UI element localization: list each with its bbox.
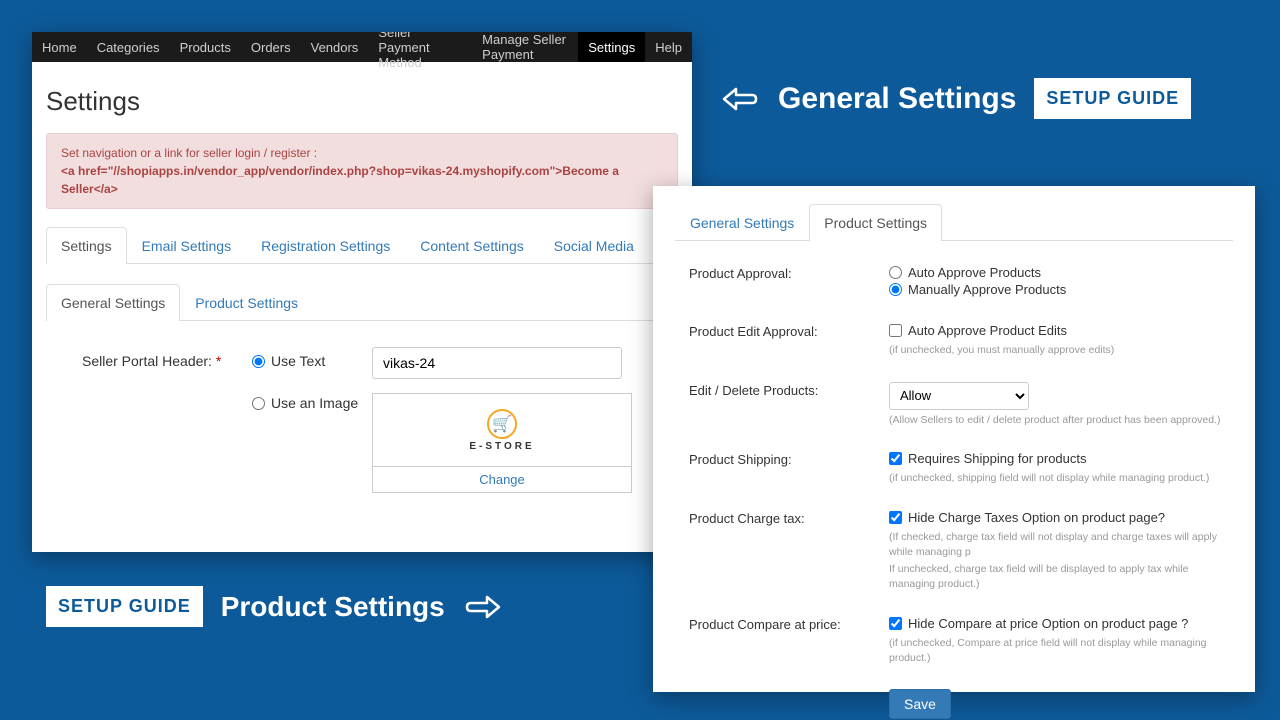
edit-approval-hint: (if unchecked, you must manually approve… bbox=[889, 343, 1233, 358]
hide-charge-tax-checkbox[interactable]: Hide Charge Taxes Option on product page… bbox=[889, 510, 1165, 525]
product-compare-label: Product Compare at price: bbox=[689, 616, 889, 665]
tab-content-settings[interactable]: Content Settings bbox=[405, 227, 539, 263]
pointer-left-icon bbox=[720, 82, 760, 116]
hide-compare-price-checkbox[interactable]: Hide Compare at price Option on product … bbox=[889, 616, 1188, 631]
edit-delete-hint: (Allow Sellers to edit / delete product … bbox=[889, 413, 1233, 428]
pointer-right-icon bbox=[463, 590, 503, 624]
nav-categories[interactable]: Categories bbox=[87, 32, 170, 62]
page-title: Settings bbox=[32, 62, 692, 133]
card2-inner-tabs: General Settings Product Settings bbox=[675, 204, 1233, 241]
tab-registration-settings[interactable]: Registration Settings bbox=[246, 227, 405, 263]
general-settings-window: Home Categories Products Orders Vendors … bbox=[32, 32, 692, 552]
nav-orders[interactable]: Orders bbox=[241, 32, 301, 62]
setup-guide-badge: SETUP GUIDE bbox=[1034, 78, 1191, 119]
tab-settings[interactable]: Settings bbox=[46, 227, 127, 264]
use-image-radio[interactable]: Use an Image bbox=[252, 395, 372, 411]
alert-line1: Set navigation or a link for seller logi… bbox=[61, 144, 663, 162]
settings-tabs: Settings Email Settings Registration Set… bbox=[46, 227, 678, 264]
product-edit-approval-label: Product Edit Approval: bbox=[689, 323, 889, 358]
nav-manage-seller-payment[interactable]: Manage Seller Payment bbox=[472, 32, 578, 62]
product-shipping-label: Product Shipping: bbox=[689, 451, 889, 486]
seller-link-alert: Set navigation or a link for seller logi… bbox=[46, 133, 678, 209]
setup-guide-badge-2: SETUP GUIDE bbox=[46, 586, 203, 627]
auto-approve-radio[interactable]: Auto Approve Products bbox=[889, 265, 1041, 280]
nav-home[interactable]: Home bbox=[32, 32, 87, 62]
nav-products[interactable]: Products bbox=[170, 32, 241, 62]
tax-hint-2: If unchecked, charge tax field will be d… bbox=[889, 562, 1233, 591]
seller-portal-header-label: Seller Portal Header: * bbox=[82, 347, 252, 493]
product-settings-title: Product Settings bbox=[221, 591, 445, 623]
nav-help[interactable]: Help bbox=[645, 32, 692, 62]
alert-line2: <a href="//shopiapps.in/vendor_app/vendo… bbox=[61, 164, 619, 196]
tab-email-settings[interactable]: Email Settings bbox=[127, 227, 246, 263]
product-approval-label: Product Approval: bbox=[689, 265, 889, 299]
nav-vendors[interactable]: Vendors bbox=[301, 32, 369, 62]
manual-approve-radio[interactable]: Manually Approve Products bbox=[889, 282, 1066, 297]
edit-delete-label: Edit / Delete Products: bbox=[689, 382, 889, 428]
inner-tab-product[interactable]: Product Settings bbox=[180, 284, 313, 320]
auto-approve-edits-checkbox[interactable]: Auto Approve Product Edits bbox=[889, 323, 1067, 338]
compare-hint: (if unchecked, Compare at price field wi… bbox=[889, 636, 1233, 665]
header-image-box: 🛒 E-STORE Change bbox=[372, 393, 632, 493]
product-settings-banner: SETUP GUIDE Product Settings bbox=[46, 586, 503, 627]
edit-delete-select[interactable]: Allow bbox=[889, 382, 1029, 410]
nav-settings[interactable]: Settings bbox=[578, 32, 645, 62]
estore-logo-label: E-STORE bbox=[469, 441, 534, 452]
estore-logo-icon: 🛒 bbox=[487, 409, 517, 439]
product-tax-label: Product Charge tax: bbox=[689, 510, 889, 592]
product-settings-window: General Settings Product Settings Produc… bbox=[653, 186, 1255, 692]
seller-header-text-input[interactable] bbox=[372, 347, 622, 379]
general-settings-title: General Settings bbox=[778, 82, 1016, 116]
use-text-radio[interactable]: Use Text bbox=[252, 353, 372, 369]
change-image-link[interactable]: Change bbox=[373, 466, 631, 492]
inner-settings-tabs: General Settings Product Settings bbox=[46, 284, 678, 321]
tab-social-media[interactable]: Social Media bbox=[539, 227, 649, 263]
card2-tab-general[interactable]: General Settings bbox=[675, 204, 809, 240]
shipping-hint: (if unchecked, shipping field will not d… bbox=[889, 471, 1233, 486]
card2-tab-product[interactable]: Product Settings bbox=[809, 204, 942, 241]
general-settings-banner: General Settings SETUP GUIDE bbox=[720, 78, 1191, 119]
top-navbar: Home Categories Products Orders Vendors … bbox=[32, 32, 692, 62]
tax-hint-1: (If checked, charge tax field will not d… bbox=[889, 530, 1233, 559]
requires-shipping-checkbox[interactable]: Requires Shipping for products bbox=[889, 451, 1087, 466]
save-button[interactable]: Save bbox=[889, 689, 951, 719]
inner-tab-general[interactable]: General Settings bbox=[46, 284, 180, 321]
nav-seller-payment-method[interactable]: Seller Payment Method bbox=[368, 32, 472, 62]
